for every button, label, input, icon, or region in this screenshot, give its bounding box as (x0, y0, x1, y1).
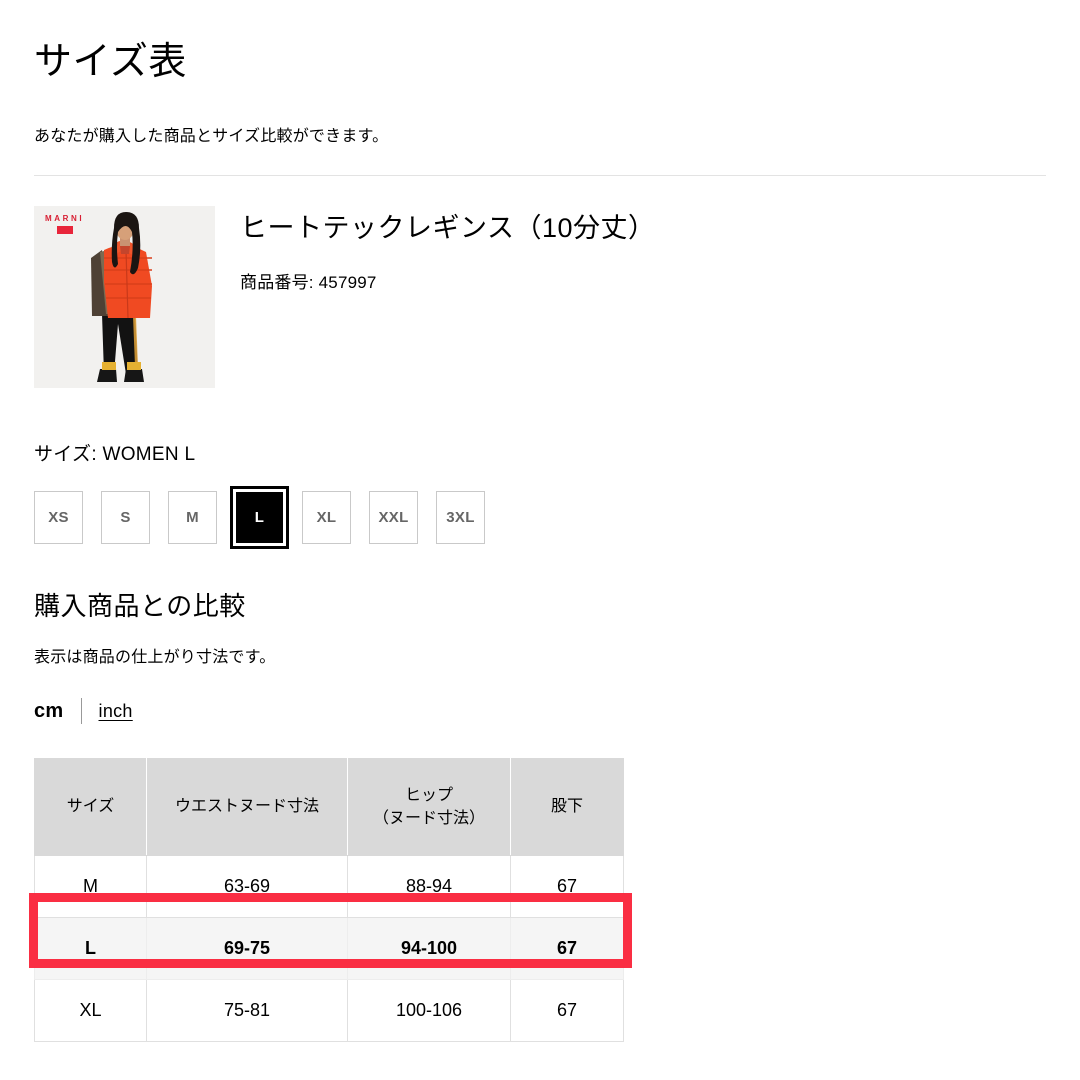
comparison-subtitle: 表示は商品の仕上がり寸法です。 (34, 649, 276, 666)
table-row: XL 75-81 100-106 67 (34, 979, 624, 1042)
unit-toggle[interactable]: cm inch (34, 697, 133, 725)
unit-toggle-divider (80, 698, 82, 724)
unit-option-cm[interactable]: cm (34, 700, 64, 723)
table-header-hip-line2: （ヌード寸法） (372, 810, 485, 827)
header-divider (34, 175, 1046, 176)
product-details: ヒートテックレギンス（10分丈） 商品番号: 457997 (240, 212, 1020, 293)
cell-waist: 63-69 (146, 855, 348, 918)
size-selector-label: サイズ: WOMEN L (34, 444, 196, 465)
product-thumbnail[interactable]: MARNI (34, 206, 215, 388)
cell-waist: 69-75 (146, 917, 348, 980)
cell-size: XL (34, 979, 147, 1042)
table-header-hip: ヒップ （ヌード寸法） (347, 758, 511, 856)
table-header-waist: ウエストヌード寸法 (146, 758, 348, 856)
cell-waist: 75-81 (146, 979, 348, 1042)
cell-inseam: 67 (510, 855, 624, 918)
cell-inseam: 67 (510, 979, 624, 1042)
page-subtitle: あなたが購入した商品とサイズ比較ができます。 (34, 128, 389, 145)
size-option-s[interactable]: S (101, 491, 150, 544)
cell-size: M (34, 855, 147, 918)
size-table: サイズ ウエストヌード寸法 ヒップ （ヌード寸法） 股下 M 63-69 88-… (34, 758, 624, 1042)
cell-hip: 94-100 (347, 917, 511, 980)
page-title: サイズ表 (34, 41, 187, 83)
product-name: ヒートテックレギンス（10分丈） (240, 213, 656, 243)
cell-size: L (34, 917, 147, 980)
table-header-size: サイズ (34, 758, 147, 856)
table-header-hip-line1: ヒップ (404, 786, 453, 804)
comparison-heading: 購入商品との比較 (34, 591, 246, 621)
cell-hip: 100-106 (347, 979, 511, 1042)
product-image: MARNI (34, 206, 215, 388)
table-row: M 63-69 88-94 67 (34, 855, 624, 918)
table-header-row: サイズ ウエストヌード寸法 ヒップ （ヌード寸法） 股下 (34, 758, 624, 856)
size-chart-page: サイズ表 あなたが購入した商品とサイズ比較ができます。 MARNI ヒートテック… (0, 0, 1080, 1080)
size-option-xl[interactable]: XL (302, 491, 351, 544)
size-table-wrapper: サイズ ウエストヌード寸法 ヒップ （ヌード寸法） 股下 M 63-69 88-… (34, 758, 624, 1042)
table-row-highlighted: L 69-75 94-100 67 (34, 917, 624, 980)
product-code: 商品番号: 457997 (240, 272, 377, 292)
size-option-m[interactable]: M (168, 491, 217, 544)
size-option-xs[interactable]: XS (34, 491, 83, 544)
cell-inseam: 67 (510, 917, 624, 980)
size-option-3xl[interactable]: 3XL (436, 491, 485, 544)
table-header-inseam: 股下 (510, 758, 624, 856)
svg-text:MARNI: MARNI (45, 214, 84, 223)
size-selector[interactable]: XS S M L XL XXL 3XL (34, 486, 485, 549)
size-option-xxl[interactable]: XXL (369, 491, 418, 544)
unit-option-inch[interactable]: inch (99, 701, 133, 722)
size-option-l[interactable]: L (230, 486, 289, 549)
cell-hip: 88-94 (347, 855, 511, 918)
